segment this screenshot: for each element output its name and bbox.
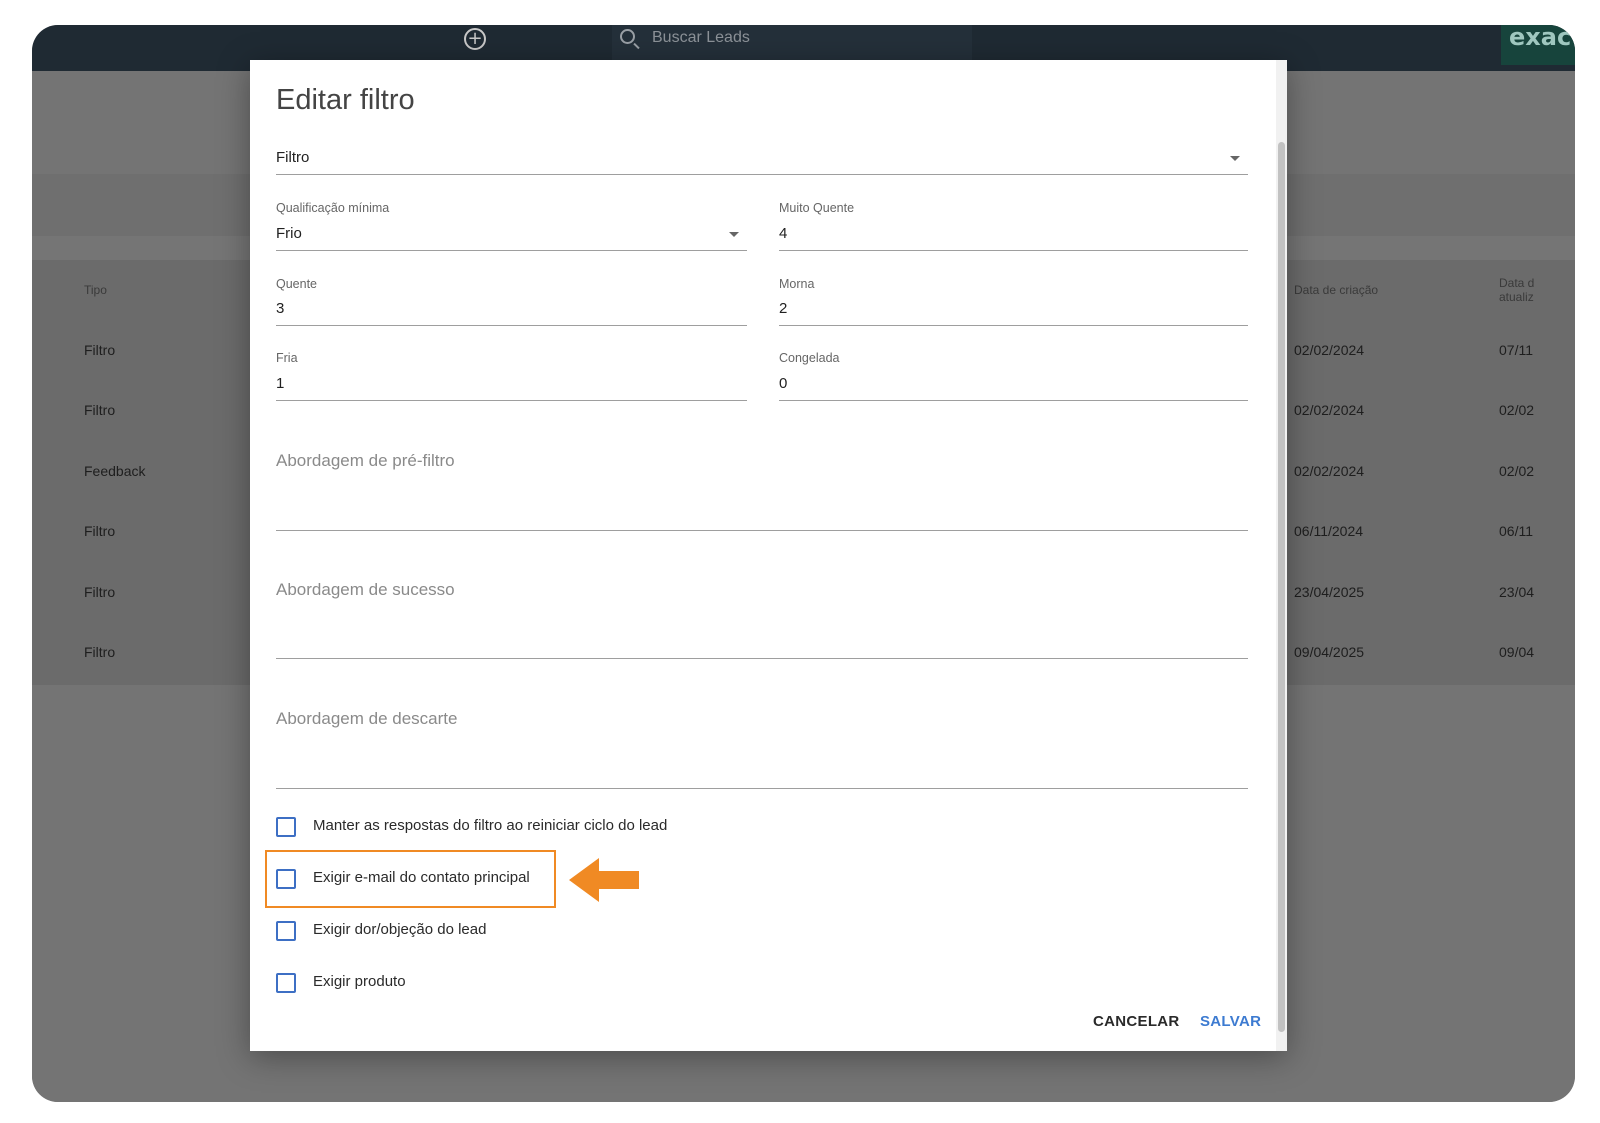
brand-logo: exact: [1501, 25, 1575, 65]
scrollbar-thumb[interactable]: [1278, 142, 1285, 1032]
chevron-down-icon: [729, 232, 739, 237]
save-button[interactable]: SALVAR: [1200, 1013, 1261, 1030]
require-product-checkbox[interactable]: [276, 973, 296, 993]
table-row-tipo: Filtro: [84, 402, 116, 418]
table-row-data-criacao: 02/02/2024: [1294, 402, 1365, 418]
muito-quente-value: 4: [779, 225, 788, 242]
congelada-field[interactable]: Congelada 0: [779, 351, 1248, 401]
table-row-data-atualizacao: 02/02: [1499, 463, 1535, 479]
fria-label: Fria: [276, 351, 298, 365]
quente-value: 3: [276, 300, 285, 317]
add-circle-icon[interactable]: +: [464, 28, 486, 50]
checkbox-label: Exigir produto: [313, 973, 406, 990]
abordagem-sucesso-textarea[interactable]: Abordagem de sucesso: [276, 580, 1248, 659]
table-row-tipo: Filtro: [84, 523, 116, 539]
fria-field[interactable]: Fria 1: [276, 351, 747, 401]
search-input[interactable]: Buscar Leads: [652, 29, 750, 47]
column-header-data-atualizacao: Data d atualiz: [1499, 276, 1535, 304]
table-row-data-atualizacao: 07/11: [1499, 342, 1533, 358]
edit-filter-dialog: Editar filtro Filtro Qualificação mínima…: [250, 60, 1287, 1051]
type-select[interactable]: Filtro: [276, 138, 1248, 175]
chevron-down-icon: [1230, 156, 1240, 161]
search-bar[interactable]: Buscar Leads: [612, 25, 972, 61]
dialog-title: Editar filtro: [276, 84, 415, 116]
checkbox-label: Exigir dor/objeção do lead: [313, 921, 487, 938]
qualificacao-minima-value: Frio: [276, 225, 302, 242]
require-main-contact-email-checkbox[interactable]: [276, 869, 296, 889]
table-row-data-atualizacao: 23/04: [1499, 584, 1535, 600]
fria-value: 1: [276, 375, 285, 392]
column-header-data-criacao: Data de criação: [1294, 283, 1379, 297]
table-row-data-atualizacao: 09/04: [1499, 644, 1535, 660]
table-row-tipo: Filtro: [84, 342, 116, 358]
morna-value: 2: [779, 300, 788, 317]
abordagem-descarte-textarea[interactable]: Abordagem de descarte: [276, 709, 1248, 789]
morna-field[interactable]: Morna 2: [779, 277, 1248, 326]
cancel-button[interactable]: CANCELAR: [1093, 1013, 1180, 1030]
congelada-label: Congelada: [779, 351, 840, 365]
quente-field[interactable]: Quente 3: [276, 277, 747, 326]
qualificacao-minima-select[interactable]: Qualificação mínima Frio: [276, 201, 747, 251]
table-row-data-criacao: 02/02/2024: [1294, 463, 1365, 479]
table-row-data-criacao: 23/04/2025: [1294, 584, 1365, 600]
keep-filter-answers-checkbox[interactable]: [276, 817, 296, 837]
qualificacao-minima-label: Qualificação mínima: [276, 201, 390, 215]
column-header-tipo: Tipo: [84, 283, 107, 297]
table-row-data-criacao: 02/02/2024: [1294, 342, 1365, 358]
type-select-value: Filtro: [276, 149, 310, 166]
muito-quente-label: Muito Quente: [779, 201, 855, 215]
table-row-tipo: Filtro: [84, 584, 116, 600]
dialog-scrollbar[interactable]: [1276, 60, 1287, 1051]
muito-quente-field[interactable]: Muito Quente 4: [779, 201, 1248, 251]
pointer-arrow-icon: [569, 858, 639, 902]
morna-label: Morna: [779, 277, 815, 291]
quente-label: Quente: [276, 277, 318, 291]
table-row-tipo: Filtro: [84, 644, 116, 660]
congelada-value: 0: [779, 375, 788, 392]
table-row-tipo: Feedback: [84, 463, 146, 479]
checkbox-label: Manter as respostas do filtro ao reinici…: [313, 817, 668, 834]
abordagem-pre-filtro-textarea[interactable]: Abordagem de pré-filtro: [276, 451, 1248, 531]
require-pain-objection-checkbox[interactable]: [276, 921, 296, 941]
table-row-data-atualizacao: 06/11: [1499, 523, 1533, 539]
checkbox-label: Exigir e-mail do contato principal: [313, 869, 530, 886]
abordagem-pre-filtro-label: Abordagem de pré-filtro: [276, 451, 455, 470]
table-row-data-criacao: 09/04/2025: [1294, 644, 1365, 660]
abordagem-descarte-label: Abordagem de descarte: [276, 709, 458, 728]
table-row-data-atualizacao: 02/02: [1499, 402, 1535, 418]
abordagem-sucesso-label: Abordagem de sucesso: [276, 580, 455, 599]
table-row-data-criacao: 06/11/2024: [1294, 523, 1364, 539]
search-icon: [620, 29, 635, 44]
